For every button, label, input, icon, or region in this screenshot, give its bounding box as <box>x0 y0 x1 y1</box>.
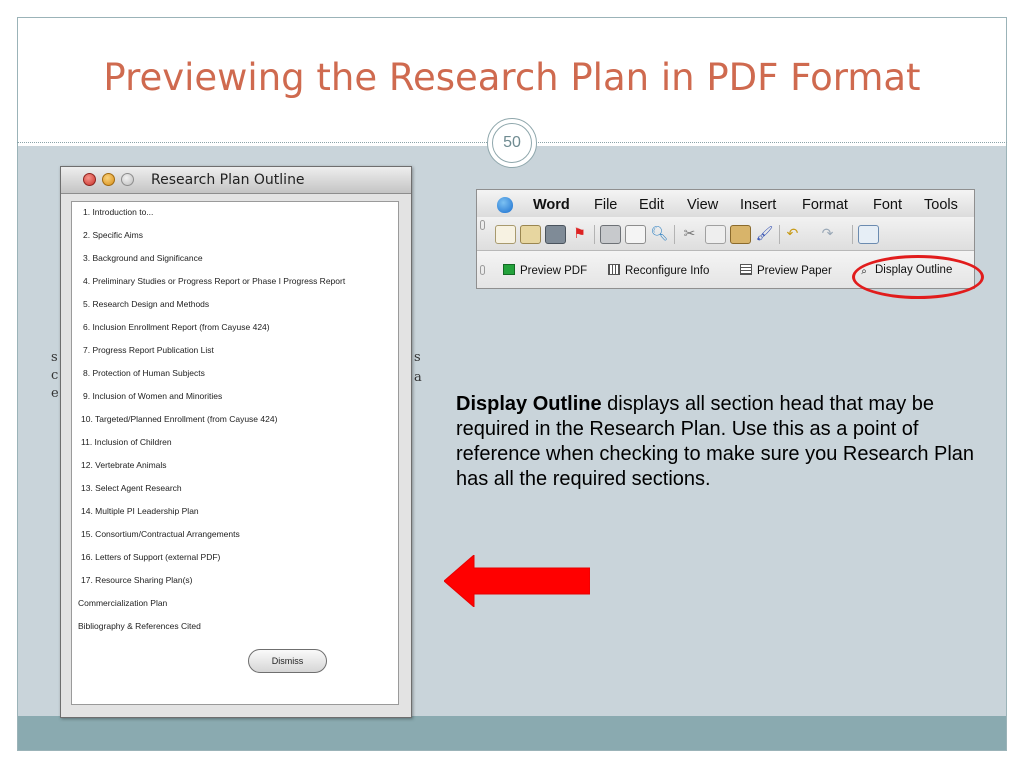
print-preview-icon[interactable] <box>625 225 646 244</box>
outline-item[interactable]: 14. Multiple PI Leadership Plan <box>81 506 199 516</box>
outline-item[interactable]: 4. Preliminary Studies or Progress Repor… <box>83 276 345 286</box>
standard-toolbar: ⚑ 🔍︎ ✂ 🖌︎ ↶ ↷ <box>477 217 974 251</box>
outline-item[interactable]: 9. Inclusion of Women and Minorities <box>83 391 222 401</box>
outline-item[interactable]: 6. Inclusion Enrollment Report (from Cay… <box>83 322 270 332</box>
outline-item[interactable]: 7. Progress Report Publication List <box>83 345 214 355</box>
menu-view[interactable]: View <box>687 197 718 213</box>
outline-item[interactable]: 16. Letters of Support (external PDF) <box>81 552 220 562</box>
paste-icon[interactable] <box>730 225 751 244</box>
outline-item[interactable]: 12. Vertebrate Animals <box>81 460 167 470</box>
page-number-badge: 50 <box>487 118 537 168</box>
keyboard-icon <box>608 264 620 275</box>
callout-bold: Display Outline <box>456 393 602 415</box>
save-icon[interactable] <box>545 225 566 244</box>
stray-text: s <box>51 350 58 365</box>
window-titlebar[interactable]: Research Plan Outline <box>61 167 411 194</box>
edit-icon[interactable] <box>858 225 879 244</box>
slide-title: Previewing the Research Plan in PDF Form… <box>103 56 921 99</box>
toolbar-separator <box>779 225 780 244</box>
toolbar-grip-icon[interactable] <box>480 265 485 275</box>
outline-item[interactable]: 10. Targeted/Planned Enrollment (from Ca… <box>81 414 277 424</box>
stray-text: s <box>414 350 421 365</box>
close-window-button[interactable] <box>83 173 96 186</box>
reconfigure-info-label: Reconfigure Info <box>625 265 710 277</box>
stray-text: a <box>414 370 422 385</box>
window-title: Research Plan Outline <box>151 172 305 188</box>
document-icon <box>740 264 752 275</box>
research-plan-outline-window: Research Plan Outline 1. Introduction to… <box>60 166 412 718</box>
apple-icon[interactable] <box>497 197 513 213</box>
bottom-band <box>18 716 1006 750</box>
format-painter-icon[interactable]: 🖌︎ <box>755 225 774 242</box>
search-icon[interactable]: 🔍︎ <box>650 225 669 242</box>
outline-item[interactable]: 15. Consortium/Contractual Arrangements <box>81 529 240 539</box>
outline-item[interactable]: 17. Resource Sharing Plan(s) <box>81 575 193 585</box>
menu-bar: Word File Edit View Insert Format Font T… <box>477 190 974 218</box>
callout-text: Display Outline displays all section hea… <box>456 392 986 492</box>
menu-font[interactable]: Font <box>873 197 902 213</box>
left-arrow <box>444 555 590 607</box>
page-number: 50 <box>492 123 532 163</box>
toolbar-separator <box>852 225 853 244</box>
redo-icon[interactable]: ↷ <box>818 225 837 242</box>
preview-pdf-button[interactable]: Preview PDF <box>503 264 587 277</box>
outline-item[interactable]: Bibliography & References Cited <box>78 621 201 631</box>
menu-edit[interactable]: Edit <box>639 197 664 213</box>
stray-text: c <box>51 368 59 383</box>
stray-text: e <box>51 386 59 401</box>
menu-tools[interactable]: Tools <box>924 197 958 213</box>
new-document-icon[interactable] <box>495 225 516 244</box>
outline-item[interactable]: 5. Research Design and Methods <box>83 299 209 309</box>
outline-item[interactable]: Commercialization Plan <box>78 598 167 608</box>
outline-list: 1. Introduction to... 2. Specific Aims 3… <box>71 201 399 705</box>
outline-item[interactable]: 3. Background and Significance <box>83 253 203 263</box>
undo-icon[interactable]: ↶ <box>783 225 802 242</box>
dismiss-button[interactable]: Dismiss <box>248 649 327 673</box>
menu-file[interactable]: File <box>594 197 617 213</box>
highlight-ellipse <box>852 255 984 299</box>
minimize-window-button[interactable] <box>102 173 115 186</box>
print-icon[interactable] <box>600 225 621 244</box>
outline-item[interactable]: 13. Select Agent Research <box>81 483 182 493</box>
zoom-window-button[interactable] <box>121 173 134 186</box>
toolbar-grip-icon[interactable] <box>480 220 485 230</box>
menu-insert[interactable]: Insert <box>740 197 776 213</box>
outline-item[interactable]: 2. Specific Aims <box>83 230 143 240</box>
open-icon[interactable] <box>520 225 541 244</box>
pdf-icon <box>503 264 515 275</box>
cut-icon[interactable]: ✂ <box>680 225 699 242</box>
flag-icon[interactable]: ⚑ <box>570 225 589 242</box>
reconfigure-info-button[interactable]: Reconfigure Info <box>608 264 709 277</box>
toolbar-separator <box>674 225 675 244</box>
outline-item[interactable]: 1. Introduction to... <box>83 207 153 217</box>
preview-paper-button[interactable]: Preview Paper <box>740 264 832 277</box>
preview-pdf-label: Preview PDF <box>520 265 588 277</box>
outline-item[interactable]: 11. Inclusion of Children <box>81 437 172 447</box>
menu-format[interactable]: Format <box>802 197 848 213</box>
preview-paper-label: Preview Paper <box>757 265 832 277</box>
menu-word[interactable]: Word <box>533 197 570 213</box>
toolbar-separator <box>594 225 595 244</box>
outline-item[interactable]: 8. Protection of Human Subjects <box>83 368 205 378</box>
copy-icon[interactable] <box>705 225 726 244</box>
